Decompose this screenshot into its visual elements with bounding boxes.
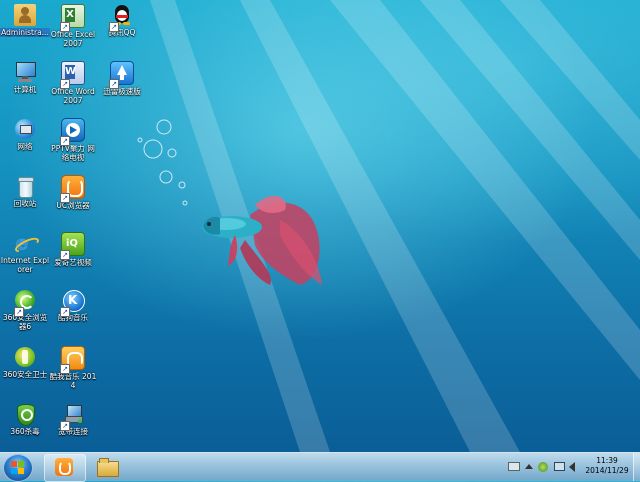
desktop-icon-label: Administra...: [0, 28, 50, 37]
desktop-icon-thunder[interactable]: ↗ 迅雷极速版: [97, 61, 147, 96]
keyboard-icon[interactable]: [508, 462, 520, 472]
show-hidden-icons-arrow-icon[interactable]: [525, 462, 535, 472]
desktop-icon-administrator[interactable]: Administra...: [0, 4, 50, 37]
desktop-icon-360-antivirus[interactable]: 360杀毒: [0, 403, 50, 436]
desktop-icon-iqiyi[interactable]: iQ ↗ 爱奇艺视频: [48, 232, 98, 267]
shortcut-arrow-icon: ↗: [109, 22, 119, 32]
desktop-icon-office-excel[interactable]: X ↗ Office Excel 2007: [48, 4, 98, 48]
volume-icon[interactable]: [569, 462, 579, 472]
desktop-icon-label: Internet Explorer: [0, 256, 50, 274]
windows-logo-icon: [11, 461, 24, 474]
desktop-icon-kugou[interactable]: K ↗ 酷狗音乐: [48, 289, 98, 322]
desktop-icon-label: Office Excel 2007: [50, 30, 96, 48]
desktop-icon-qq[interactable]: ↗ 腾讯QQ: [97, 4, 147, 37]
shortcut-arrow-icon: ↗: [60, 250, 70, 260]
shortcut-arrow-icon: ↗: [60, 136, 70, 146]
desktop-icon-label: 腾讯QQ: [108, 28, 136, 37]
taskbar-uc-browser-button[interactable]: [44, 454, 86, 482]
desktop-icon-label: 网络: [17, 142, 33, 151]
desktop-icon-label: 360杀毒: [10, 427, 40, 436]
user-folder-icon: [14, 4, 36, 26]
shortcut-arrow-icon: ↗: [109, 79, 119, 89]
explorer-folder-taskbar-icon: [97, 461, 119, 477]
desktop-icon-label: 回收站: [13, 199, 37, 208]
desktop-icon-label: 计算机: [13, 85, 37, 94]
shortcut-arrow-icon: ↗: [60, 364, 70, 374]
network-tray-icon[interactable]: [554, 462, 565, 472]
shortcut-arrow-icon: ↗: [60, 421, 70, 431]
desktop-icon-label: 爱奇艺视频: [54, 258, 92, 267]
desktop-icon-internet-explorer[interactable]: e Internet Explorer: [0, 232, 50, 274]
360-antivirus-icon: [14, 403, 36, 426]
desktop-icon-label: PPTV聚力 网络电视: [51, 144, 95, 162]
shortcut-arrow-icon: ↗: [14, 307, 24, 317]
taskbar-explorer-button[interactable]: [88, 454, 130, 482]
shortcut-arrow-icon: ↗: [60, 79, 70, 89]
show-desktop-button[interactable]: [633, 453, 640, 481]
taskbar: 11:39 2014/11/29: [0, 452, 640, 482]
computer-icon: [14, 61, 36, 83]
clock-date: 2014/11/29: [585, 466, 629, 475]
desktop-icon-label: UC浏览器: [56, 201, 90, 210]
desktop-icon-computer[interactable]: 计算机: [0, 61, 50, 94]
shortcut-arrow-icon: ↗: [60, 193, 70, 203]
desktop: Administra... 计算机 网络 回收站 e Internet Expl…: [0, 0, 640, 452]
desktop-icon-label: 酷狗音乐: [58, 313, 88, 322]
desktop-icon-label: 宽带连接: [58, 427, 88, 436]
uc-browser-taskbar-icon: [55, 458, 73, 476]
clock-time: 11:39: [596, 456, 618, 465]
desktop-icon-label: 360安全浏览器6: [2, 313, 48, 331]
action-center-flag-icon[interactable]: [538, 462, 548, 472]
recycle-bin-icon: [14, 175, 36, 198]
desktop-icon-360-safe[interactable]: 360安全卫士: [0, 346, 50, 379]
clock[interactable]: 11:39 2014/11/29: [582, 456, 632, 476]
desktop-icon-pptv[interactable]: ↗ PPTV聚力 网络电视: [48, 118, 98, 162]
desktop-icon-label: 酷我音乐 2014: [49, 372, 97, 390]
desktop-icon-broadband[interactable]: ↗ 宽带连接: [48, 403, 98, 436]
shortcut-arrow-icon: ↗: [60, 22, 70, 32]
desktop-icon-label: 迅雷极速版: [103, 87, 141, 96]
desktop-icon-network[interactable]: 网络: [0, 118, 50, 151]
desktop-icon-kuwo[interactable]: ↗ 酷我音乐 2014: [48, 346, 98, 390]
desktop-icon-uc-browser[interactable]: ↗ UC浏览器: [48, 175, 98, 210]
desktop-icon-label: Office Word 2007: [51, 87, 95, 105]
shortcut-arrow-icon: ↗: [60, 307, 70, 317]
start-button[interactable]: [3, 454, 33, 482]
desktop-icon-office-word[interactable]: W ↗ Office Word 2007: [48, 61, 98, 105]
ie-icon: e: [13, 232, 41, 256]
desktop-icon-360-browser[interactable]: ↗ 360安全浏览器6: [0, 289, 50, 331]
desktop-icon-label: 360安全卫士: [2, 370, 48, 379]
network-icon: [14, 118, 36, 140]
360-safe-icon: [14, 346, 36, 368]
desktop-icon-recycle-bin[interactable]: 回收站: [0, 175, 50, 208]
